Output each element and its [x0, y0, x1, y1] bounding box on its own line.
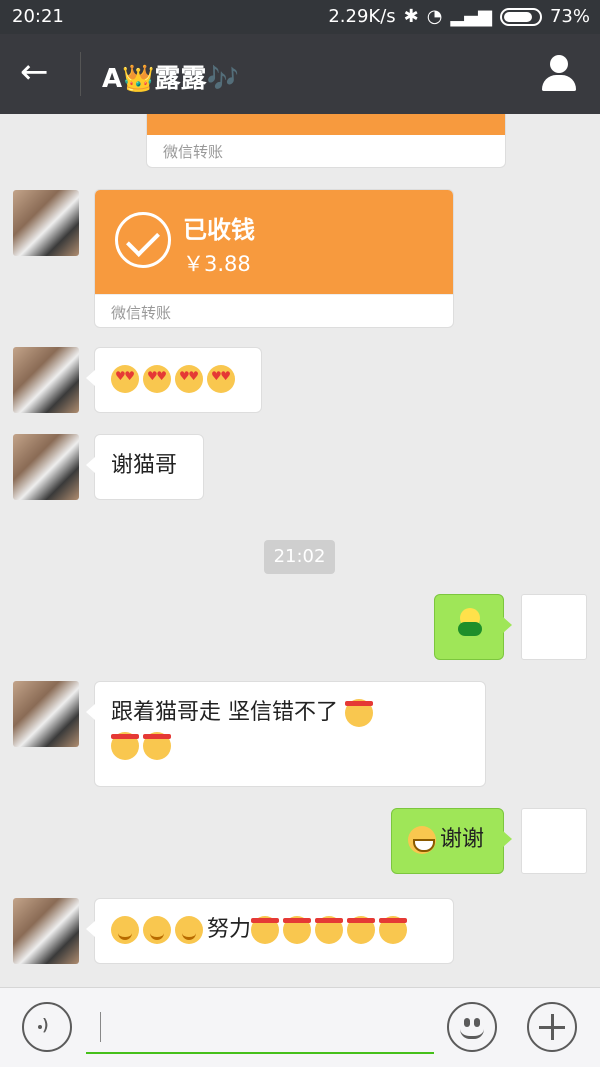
voice-input-icon[interactable] — [22, 1002, 72, 1052]
transfer-card-top: 已收钱 ￥3.88 — [95, 190, 453, 294]
smile-emoji-icon — [143, 916, 171, 944]
transfer-amount: ￥3.88 — [183, 252, 251, 276]
timestamp: 21:02 — [264, 540, 335, 574]
chat-title: A👑露露🎶 — [102, 64, 239, 94]
battery-icon — [499, 7, 542, 26]
wifi-icon: ◔ — [426, 6, 443, 27]
ninja-emoji-icon — [251, 916, 280, 944]
signal-icon: ▂▄▆ — [450, 6, 492, 27]
avatar[interactable] — [13, 434, 79, 500]
heart-eyes-emoji-icon — [143, 365, 171, 393]
transfer-footer: 微信转账 — [163, 143, 224, 161]
grin-emoji-icon — [408, 826, 436, 854]
transfer-strip — [147, 114, 505, 135]
smile-emoji-icon — [175, 916, 203, 944]
bluetooth-icon: ✱ — [403, 6, 419, 27]
back-arrow-icon[interactable]: ← — [20, 52, 60, 92]
heart-eyes-emoji-icon — [175, 365, 203, 393]
status-right: 2.29K/s ✱ ◔ ▂▄▆ 73% — [328, 6, 590, 27]
check-circle-icon — [115, 212, 171, 268]
ninja-emoji-icon — [347, 916, 376, 944]
plus-icon[interactable] — [527, 1002, 577, 1052]
input-bar — [0, 987, 600, 1067]
sticker-body — [458, 622, 482, 636]
transfer-status: 已收钱 — [183, 216, 255, 244]
emoji-eye-right — [474, 1018, 480, 1027]
avatar[interactable] — [13, 898, 79, 964]
message-input[interactable] — [86, 1002, 434, 1054]
message-bubble[interactable]: 努力 — [86, 898, 454, 964]
profile-icon[interactable] — [540, 55, 578, 93]
header-divider — [80, 52, 81, 96]
message-bubble[interactable]: 跟着猫哥走 坚信错不了 — [86, 681, 486, 787]
chat-header: ← A👑露露🎶 — [0, 34, 600, 114]
transfer-card[interactable]: 已收钱 ￥3.88 微信转账 — [94, 189, 454, 328]
network-speed: 2.29K/s — [328, 6, 396, 27]
heart-eyes-emoji-icon — [111, 365, 139, 393]
status-bar: 20:21 2.29K/s ✱ ◔ ▂▄▆ 73% — [0, 0, 600, 34]
smile-emoji-icon — [111, 916, 139, 944]
battery-level: 73% — [549, 6, 590, 27]
green-bird-sticker-icon — [458, 608, 482, 636]
ninja-emoji-icon — [111, 732, 139, 760]
chat-content[interactable]: 微信转账 已收钱 ￥3.88 微信转账 谢猫哥 21:02 跟着猫哥走 坚信错不… — [0, 114, 600, 987]
profile-icon-head — [550, 55, 568, 73]
profile-icon-body — [542, 75, 576, 91]
avatar[interactable] — [13, 681, 79, 747]
emoji-picker-icon[interactable] — [447, 1002, 497, 1052]
avatar[interactable] — [13, 347, 79, 413]
emoji-eye-left — [464, 1018, 470, 1027]
message-bubble[interactable]: 谢猫哥 — [86, 434, 204, 500]
transfer-footer: 微信转账 — [95, 294, 453, 327]
status-time: 20:21 — [12, 6, 64, 27]
avatar-self[interactable] — [521, 808, 587, 874]
message-text: 谢谢 — [440, 827, 485, 852]
ninja-emoji-icon — [315, 916, 344, 944]
ninja-emoji-icon — [345, 699, 373, 727]
transfer-card-partial[interactable]: 微信转账 — [146, 114, 506, 168]
message-text: 谢猫哥 — [111, 453, 178, 478]
ninja-emoji-icon — [143, 732, 171, 760]
avatar[interactable] — [13, 190, 79, 256]
message-text: 跟着猫哥走 坚信错不了 — [111, 700, 338, 725]
avatar-self[interactable] — [521, 594, 587, 660]
emoji-mouth — [460, 1029, 484, 1039]
heart-eyes-emoji-icon — [207, 365, 235, 393]
message-bubble-sent[interactable]: 谢谢 — [391, 808, 512, 874]
message-text: 努力 — [207, 917, 252, 942]
ninja-emoji-icon — [379, 916, 408, 944]
message-bubble[interactable] — [86, 347, 262, 413]
ninja-emoji-icon — [283, 916, 312, 944]
